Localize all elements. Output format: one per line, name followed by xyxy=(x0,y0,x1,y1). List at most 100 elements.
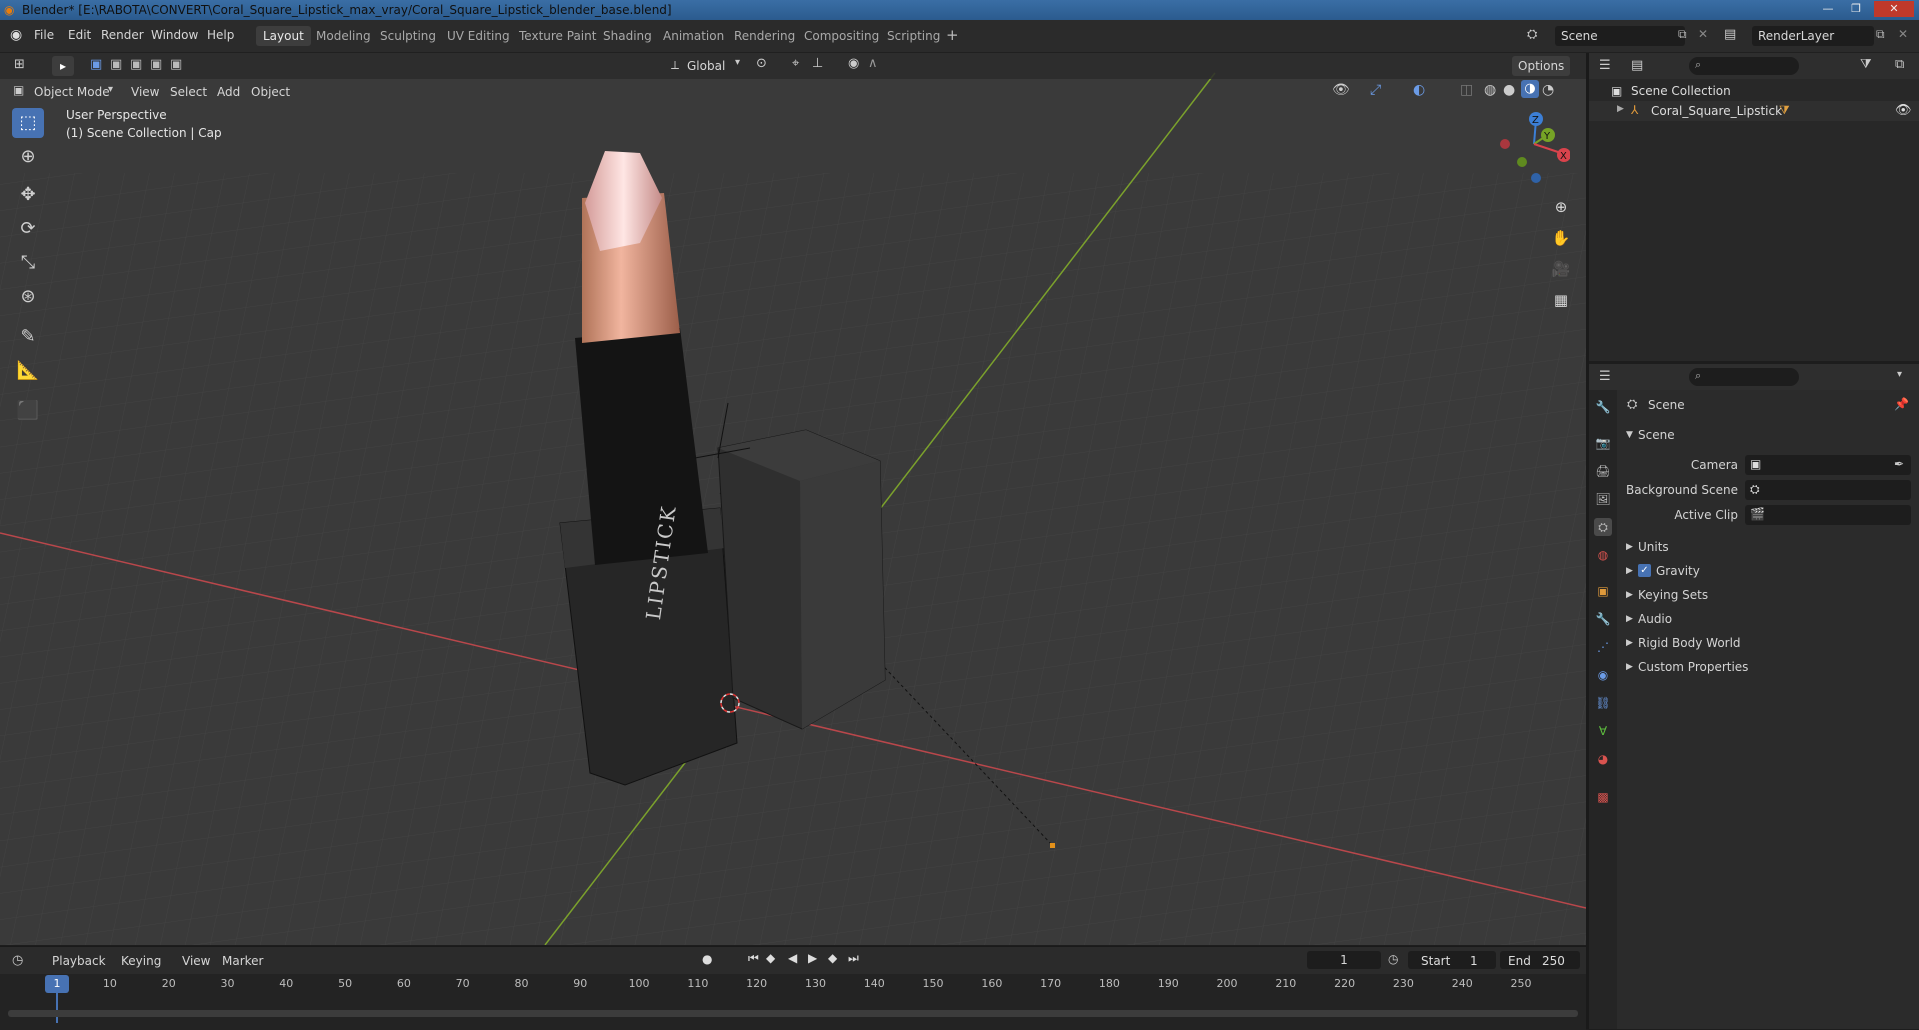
modifier-tab-icon[interactable]: 🔧 xyxy=(1594,610,1612,628)
transform-orientation-dropdown[interactable]: Global xyxy=(687,56,725,76)
proportional-edit-icon[interactable]: ◉ xyxy=(848,56,859,71)
menu-render[interactable]: Render xyxy=(101,28,144,42)
add-cube-tool-icon[interactable]: ⬛ xyxy=(12,396,44,426)
active-clip-field[interactable] xyxy=(1745,505,1911,525)
menu-edit[interactable]: Edit xyxy=(68,28,91,42)
scale-tool-icon[interactable]: ⤡ xyxy=(12,248,44,278)
pin-icon[interactable]: 📌 xyxy=(1894,397,1909,411)
keying-sets-expand-icon[interactable]: ▶ xyxy=(1626,590,1633,600)
eyedropper-icon[interactable]: ✒ xyxy=(1894,457,1904,471)
annotate-tool-icon[interactable]: ✎ xyxy=(12,322,44,352)
snap-icon[interactable]: ⌖ xyxy=(792,56,799,71)
view-layer-icon[interactable]: ▤ xyxy=(1724,27,1736,42)
prev-keyframe-icon[interactable]: ◆ xyxy=(766,951,775,965)
add-workspace-icon[interactable]: + xyxy=(946,26,959,44)
zoom-icon[interactable]: ⊕ xyxy=(1548,194,1574,220)
next-keyframe-icon[interactable]: ◆ xyxy=(828,951,837,965)
play-icon[interactable]: ▶ xyxy=(808,951,817,965)
rendered-shading-icon[interactable]: ◔ xyxy=(1542,82,1554,98)
properties-search-input[interactable] xyxy=(1689,368,1799,386)
solid-shading-icon[interactable]: ● xyxy=(1503,82,1515,98)
scene-tab-icon[interactable]: ⛭ xyxy=(1594,518,1612,536)
delete-scene-icon[interactable]: ✕ xyxy=(1698,27,1708,41)
menu-keying[interactable]: Keying xyxy=(121,951,161,971)
custom-properties-expand-icon[interactable]: ▶ xyxy=(1626,662,1633,672)
section-gravity[interactable]: Gravity xyxy=(1656,564,1700,578)
menu-add[interactable]: Add xyxy=(217,82,240,102)
view-layer-tab-icon[interactable]: 🖼 xyxy=(1594,490,1612,508)
delete-view-layer-icon[interactable]: ✕ xyxy=(1898,27,1908,41)
particles-tab-icon[interactable]: ⋰ xyxy=(1594,638,1612,656)
gravity-checkbox[interactable]: ✓ xyxy=(1638,564,1651,577)
section-rigid-body-world[interactable]: Rigid Body World xyxy=(1638,636,1741,650)
scene-name-field[interactable]: Scene xyxy=(1555,26,1685,46)
snap-target-icon[interactable]: ⊥ xyxy=(812,56,823,71)
chevron-down-icon[interactable]: ▾ xyxy=(1897,369,1902,380)
output-tab-icon[interactable]: 🖨 xyxy=(1594,462,1612,480)
camera-field[interactable] xyxy=(1745,455,1911,475)
timeline-editor-icon[interactable]: ◷ xyxy=(12,953,23,968)
outliner-root[interactable]: Scene Collection xyxy=(1631,84,1731,98)
menu-file[interactable]: File xyxy=(34,28,54,42)
preview-range-icon[interactable]: ◷ xyxy=(1388,952,1398,966)
menu-object[interactable]: Object xyxy=(251,82,290,102)
menu-help[interactable]: Help xyxy=(207,28,234,42)
select-mode-new-icon[interactable]: ▣ xyxy=(90,57,102,72)
new-collection-icon[interactable]: ⧉ xyxy=(1895,57,1904,72)
close-button[interactable]: ✕ xyxy=(1874,1,1914,17)
tab-shading[interactable]: Shading xyxy=(596,26,659,46)
minimize-button[interactable]: — xyxy=(1815,1,1841,17)
tool-tab-icon[interactable]: 🔧 xyxy=(1594,398,1612,416)
filter-icon[interactable]: ⧩ xyxy=(1860,57,1872,72)
jump-end-icon[interactable]: ⏭ xyxy=(848,951,859,966)
tab-texture-paint[interactable]: Texture Paint xyxy=(512,26,603,46)
scene-panel-title[interactable]: Scene xyxy=(1638,428,1675,442)
cursor-tool-icon[interactable]: ⊕ xyxy=(12,142,44,172)
section-keying-sets[interactable]: Keying Sets xyxy=(1638,588,1708,602)
tab-scripting[interactable]: Scripting xyxy=(880,26,947,46)
object-tab-icon[interactable]: ▣ xyxy=(1594,582,1612,600)
overlay-toggle-icon[interactable]: ◐ xyxy=(1413,82,1425,98)
mode-chevron-icon[interactable]: ▾ xyxy=(108,84,113,95)
section-custom-properties[interactable]: Custom Properties xyxy=(1638,660,1748,674)
audio-expand-icon[interactable]: ▶ xyxy=(1626,614,1633,624)
menu-window[interactable]: Window xyxy=(151,28,198,42)
section-units[interactable]: Units xyxy=(1638,540,1669,554)
measure-tool-icon[interactable]: 📐 xyxy=(12,356,44,386)
options-dropdown[interactable]: Options xyxy=(1512,56,1571,76)
menu-marker[interactable]: Marker xyxy=(222,951,263,971)
gravity-expand-icon[interactable]: ▶ xyxy=(1626,566,1633,576)
tab-animation[interactable]: Animation xyxy=(656,26,731,46)
timeline-scrollbar[interactable] xyxy=(8,1010,1578,1017)
display-mode-icon[interactable]: ▤ xyxy=(1631,58,1643,73)
physics-tab-icon[interactable]: ◉ xyxy=(1594,666,1612,684)
scene-selector-icon[interactable]: ⛭ xyxy=(1527,27,1537,42)
perspective-toggle-icon[interactable]: ▦ xyxy=(1548,287,1574,313)
properties-editor-icon[interactable]: ☰ xyxy=(1599,369,1611,384)
select-mode-invert-icon[interactable]: ▣ xyxy=(150,57,162,72)
select-mode-subtract-icon[interactable]: ▣ xyxy=(130,57,142,72)
pivot-point-icon[interactable]: ⊙ xyxy=(756,56,767,71)
pan-hand-icon[interactable]: ✋ xyxy=(1548,225,1574,251)
texture-tab-icon[interactable]: ▩ xyxy=(1594,788,1612,806)
tab-rendering[interactable]: Rendering xyxy=(727,26,802,46)
constraints-tab-icon[interactable]: ⛓ xyxy=(1594,694,1612,712)
view-layer-field[interactable]: RenderLayer xyxy=(1752,26,1874,46)
menu-view[interactable]: View xyxy=(131,82,159,102)
menu-timeline-view[interactable]: View xyxy=(182,951,210,971)
transform-tool-icon[interactable]: ⊛ xyxy=(12,282,44,312)
visibility-icon[interactable]: 👁 xyxy=(1332,82,1350,98)
tab-sculpting[interactable]: Sculpting xyxy=(373,26,443,46)
select-mode-extend-icon[interactable]: ▣ xyxy=(110,57,122,72)
eye-icon[interactable]: 👁 xyxy=(1895,103,1912,118)
select-mode-intersect-icon[interactable]: ▣ xyxy=(170,57,182,72)
wireframe-shading-icon[interactable]: ◍ xyxy=(1484,82,1496,98)
editor-type-icon[interactable]: ⊞ xyxy=(14,57,25,72)
expand-arrow-icon[interactable]: ▶ xyxy=(1617,104,1624,114)
world-tab-icon[interactable]: ◍ xyxy=(1594,546,1612,564)
units-expand-icon[interactable]: ▶ xyxy=(1626,542,1633,552)
gizmo-toggle-icon[interactable]: ⤢ xyxy=(1370,82,1381,98)
outliner-item[interactable]: Coral_Square_Lipstick xyxy=(1651,104,1782,118)
new-scene-icon[interactable]: ⧉ xyxy=(1678,27,1687,42)
section-audio[interactable]: Audio xyxy=(1638,612,1672,626)
